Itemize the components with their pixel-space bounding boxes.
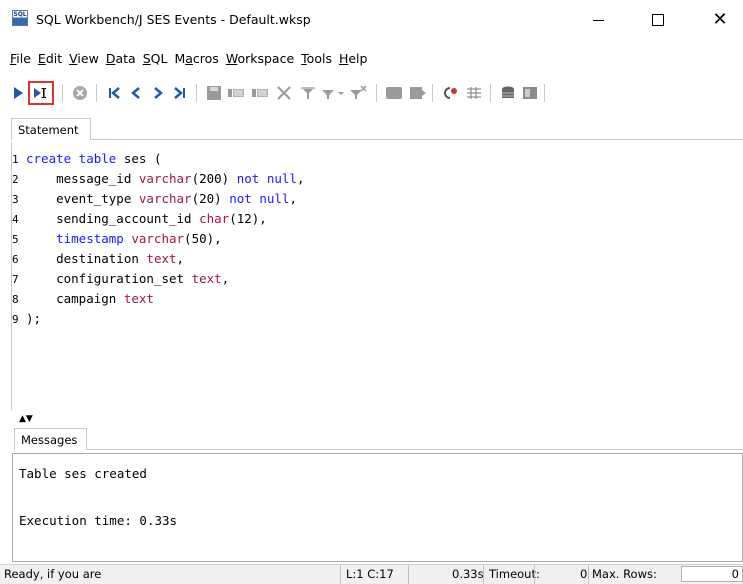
tab-messages[interactable]: Messages	[14, 428, 87, 450]
commit-button[interactable]	[384, 83, 404, 103]
line-number: 6	[12, 253, 19, 266]
commit-icon	[386, 87, 402, 99]
message-line: Execution time: 0.33s	[19, 513, 178, 528]
cancel-button[interactable]	[70, 83, 90, 103]
rollback-icon	[410, 87, 426, 99]
menu-tools[interactable]: Tools	[301, 51, 332, 69]
tab-statement-label: Statement	[18, 123, 79, 137]
maximize-icon	[652, 14, 664, 26]
filter-dropdown-button[interactable]	[320, 83, 346, 103]
execute-button[interactable]	[8, 83, 28, 103]
code-line: 5 timestamp varchar(50),	[12, 230, 222, 248]
result-grid-icon	[467, 87, 481, 99]
previous-button[interactable]	[126, 83, 146, 103]
menu-help[interactable]: Help	[339, 51, 368, 69]
max-rows-label: Max. Rows:	[592, 567, 657, 581]
line-number: 3	[12, 193, 19, 206]
max-rows-input[interactable]: 0	[681, 566, 743, 582]
data-pumper-button[interactable]	[520, 83, 540, 103]
code-line: 4 sending_account_id char(12),	[12, 210, 267, 228]
toolbar	[0, 80, 743, 106]
line-number: 9	[12, 313, 19, 326]
save-button[interactable]	[204, 83, 224, 103]
last-icon	[174, 87, 185, 99]
app-icon: SQL	[12, 10, 28, 26]
filter-button[interactable]	[298, 83, 318, 103]
filter-icon	[301, 87, 315, 99]
execution-time: 0.33s	[452, 567, 484, 581]
delete-row-button[interactable]	[274, 83, 294, 103]
splitter-arrows-icon[interactable]: ▲▼	[19, 415, 33, 424]
result-grid-button[interactable]	[464, 83, 484, 103]
code-line: 1 create table ses (	[12, 150, 161, 168]
last-button[interactable]	[170, 83, 190, 103]
close-button[interactable]: ✕	[697, 6, 743, 34]
filter-dropdown-icon	[322, 90, 344, 99]
close-icon: ✕	[712, 9, 728, 30]
minimize-button[interactable]	[575, 6, 621, 34]
line-number: 8	[12, 293, 19, 306]
title-bar: SQL SQL Workbench/J SES Events - Default…	[0, 0, 743, 40]
menu-workspace[interactable]: Workspace	[226, 51, 294, 69]
clear-filter-icon	[350, 85, 367, 99]
messages-panel[interactable]: Table ses created Execution time: 0.33s	[12, 453, 743, 562]
save-icon	[207, 86, 221, 100]
clear-filter-button[interactable]	[348, 83, 368, 103]
menu-edit[interactable]: Edit	[38, 51, 62, 69]
data-pumper-icon	[523, 87, 537, 99]
line-number: 2	[12, 173, 19, 186]
code-line: 7 configuration_set text,	[12, 270, 229, 288]
insert-row-button[interactable]	[226, 83, 246, 103]
execute-current-icon	[34, 88, 46, 98]
timeout-value[interactable]: 0	[580, 567, 587, 581]
cancel-icon	[73, 86, 87, 100]
next-button[interactable]	[148, 83, 168, 103]
auto-commit-icon	[444, 87, 457, 99]
execute-icon	[14, 87, 23, 99]
first-button[interactable]	[104, 83, 124, 103]
auto-commit-button[interactable]	[440, 83, 460, 103]
line-number: 7	[12, 273, 19, 286]
first-icon	[109, 87, 120, 99]
delete-row-icon	[277, 86, 291, 100]
database-explorer-icon	[502, 86, 514, 98]
code-line: 3 event_type varchar(20) not null,	[12, 190, 297, 208]
sql-editor[interactable]: 1 create table ses ( 2 message_id varchar(…	[11, 142, 743, 410]
copy-row-icon	[252, 89, 268, 97]
menu-view[interactable]: View	[69, 51, 99, 69]
menu-file[interactable]: File	[10, 51, 31, 69]
code-line: 8 campaign text	[12, 290, 154, 308]
cursor-position: L:1 C:17	[346, 567, 394, 581]
database-explorer-button[interactable]	[498, 83, 518, 103]
panel-splitter[interactable]	[11, 413, 743, 423]
tab-messages-label: Messages	[21, 433, 78, 447]
next-icon	[154, 87, 163, 99]
code-line: 9);	[12, 310, 41, 328]
timeout-label: Timeout:	[489, 567, 540, 581]
menu-bar: File Edit View Data SQL Macros Workspace Tools H…	[10, 51, 374, 69]
minimize-icon	[592, 19, 604, 21]
line-number: 5	[12, 233, 19, 246]
previous-icon	[131, 87, 140, 99]
insert-row-icon	[228, 89, 244, 97]
line-number: 4	[12, 213, 19, 226]
message-line: Table ses created	[19, 466, 147, 481]
execute-current-button[interactable]	[28, 81, 54, 105]
menu-sql[interactable]: SQL	[143, 51, 168, 69]
rollback-button[interactable]	[408, 83, 428, 103]
code-line: 2 message_id varchar(200) not null,	[12, 170, 304, 188]
copy-row-button[interactable]	[250, 83, 270, 103]
menu-macros[interactable]: Macros	[174, 51, 218, 69]
status-bar: Ready, if you are L:1 C:17 0.33s Timeout…	[0, 564, 743, 584]
window-title: SQL Workbench/J SES Events - Default.wks…	[36, 12, 311, 27]
tab-statement-1[interactable]: Statement 1	[11, 118, 91, 159]
menu-data[interactable]: Data	[106, 51, 136, 69]
status-message: Ready, if you are	[4, 567, 102, 581]
line-number: 1	[12, 153, 19, 166]
maximize-button[interactable]	[635, 6, 681, 34]
code-line: 6 destination text,	[12, 250, 184, 268]
